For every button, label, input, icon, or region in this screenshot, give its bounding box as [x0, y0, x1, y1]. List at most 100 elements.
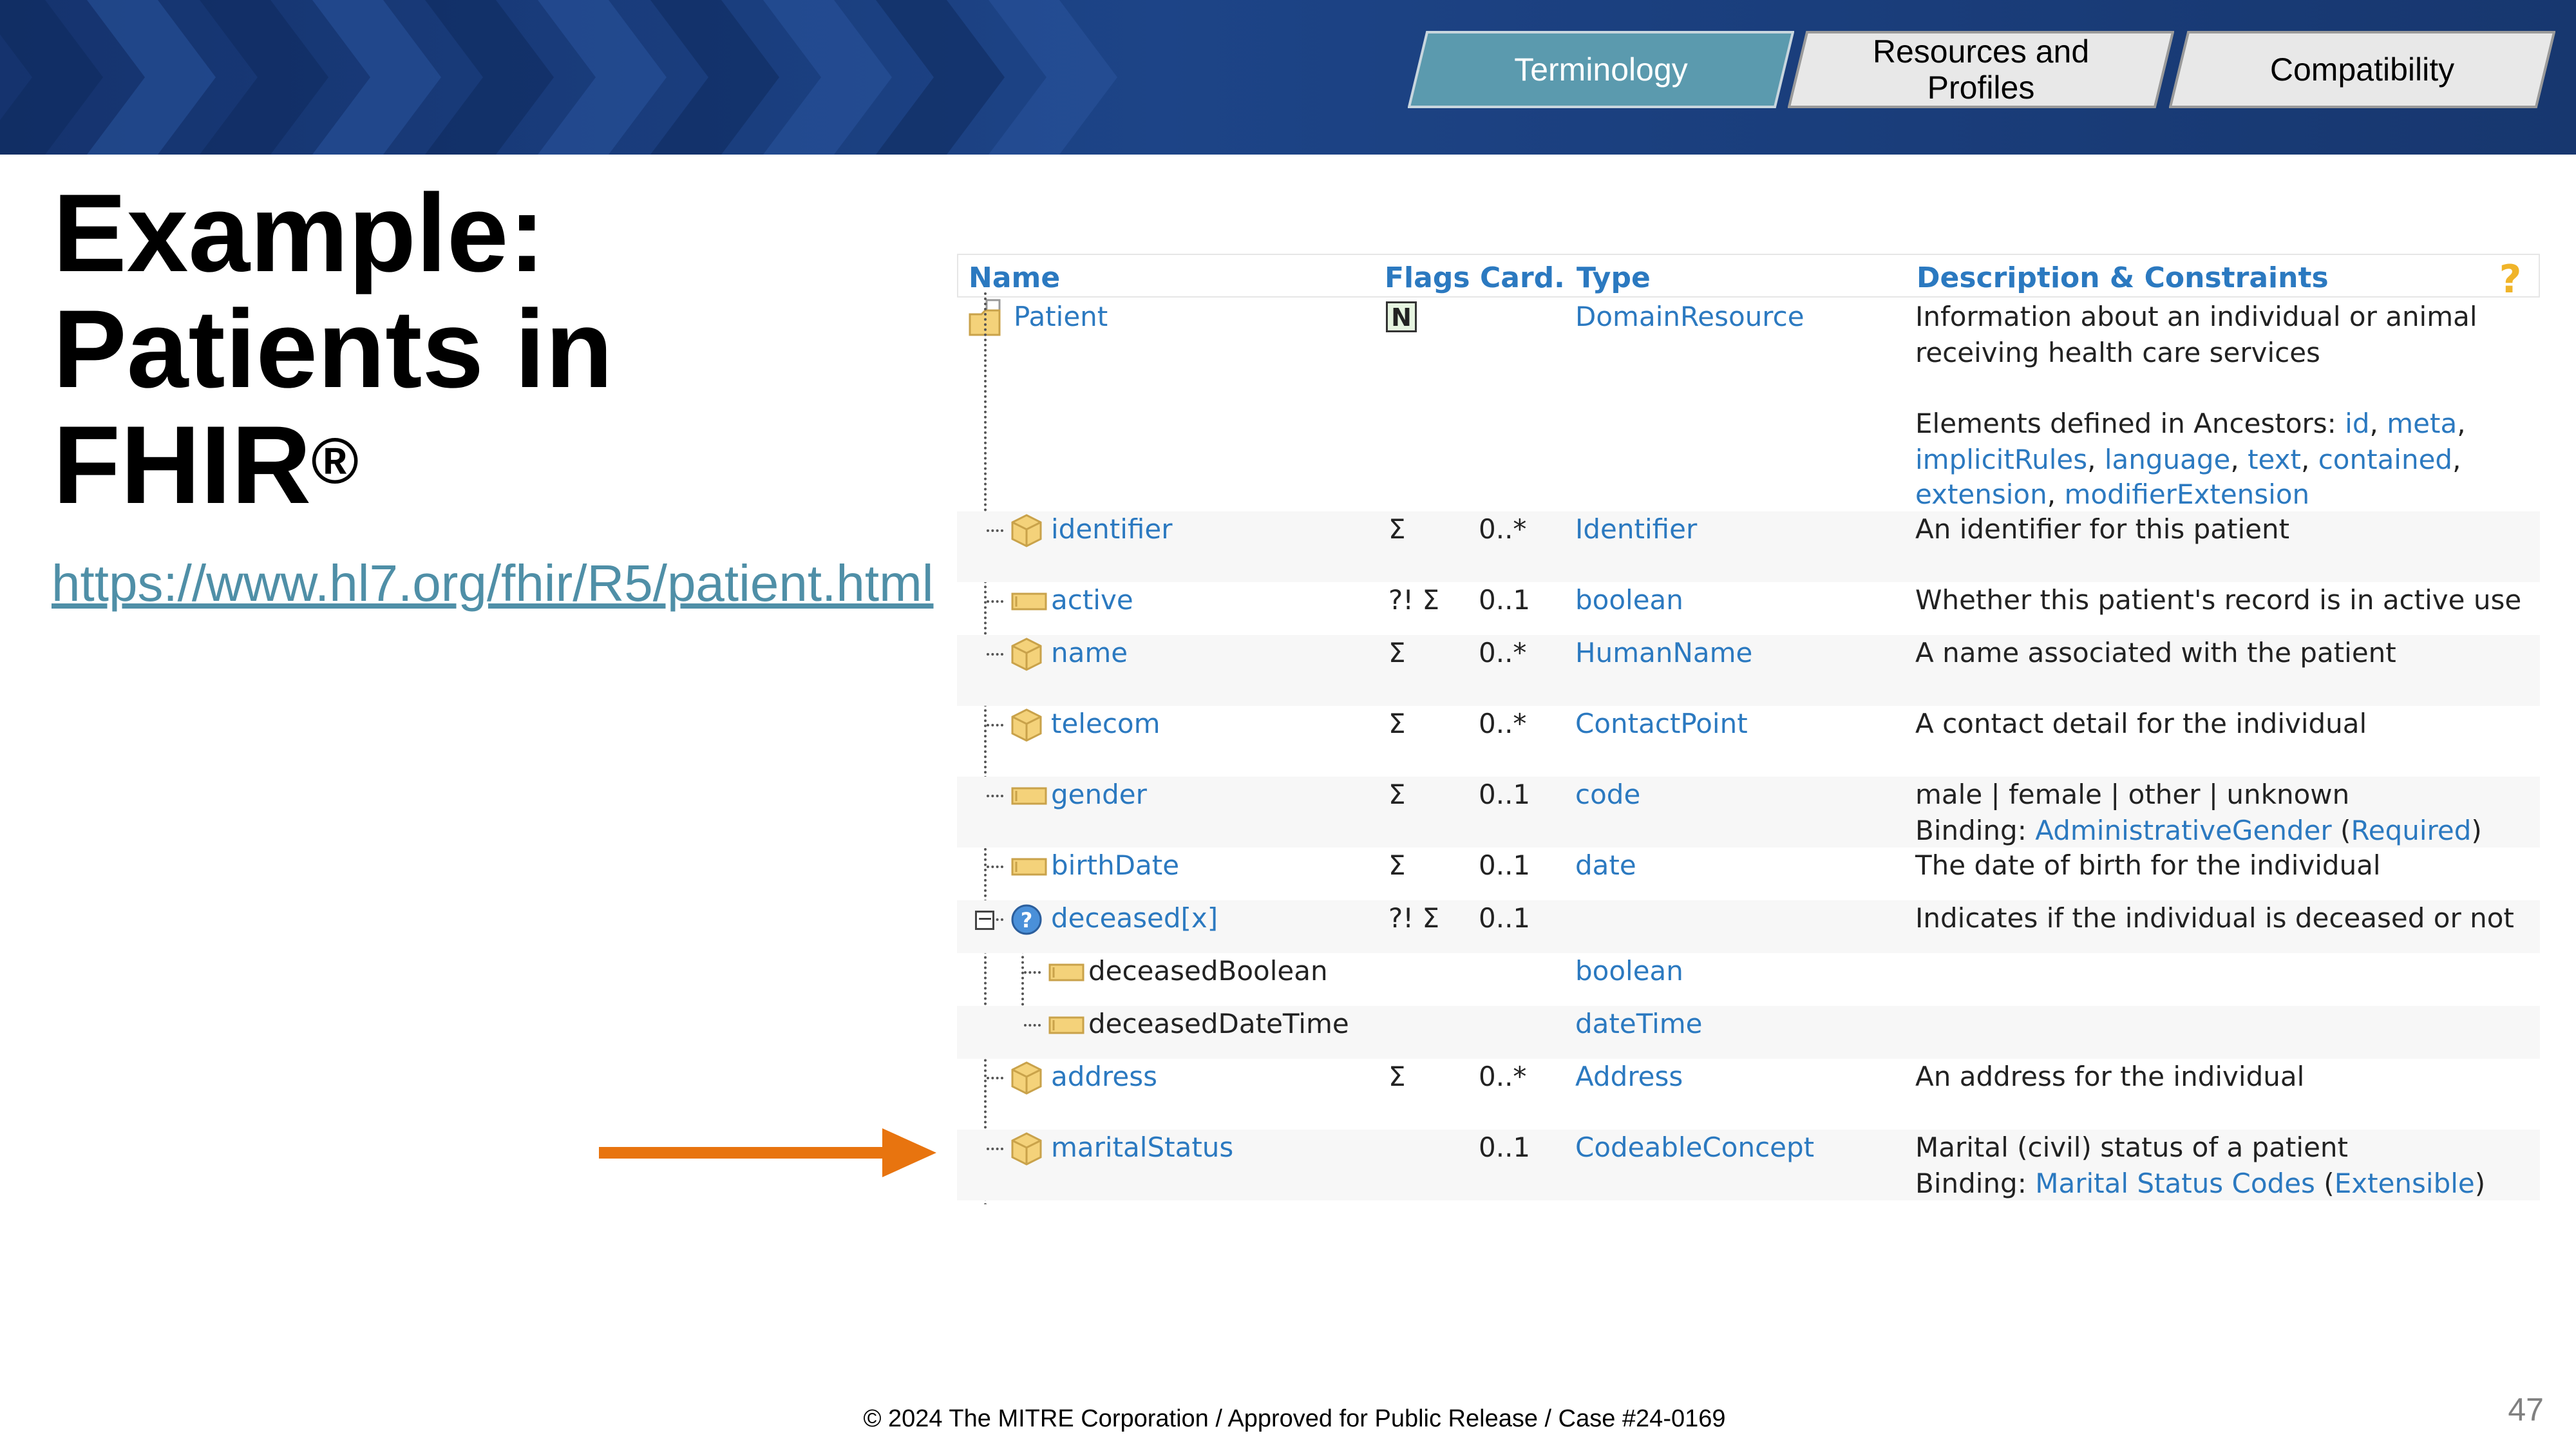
- element-cardinality: 0..1: [1479, 1132, 1531, 1163]
- element-flags: Σ: [1388, 637, 1406, 668]
- chevron-shape: [425, 0, 554, 155]
- element-name[interactable]: name: [1051, 635, 1128, 671]
- table-row-name: name Σ 0..* HumanName A name associated with…: [957, 635, 2540, 706]
- svg-text:?: ?: [2499, 259, 2522, 298]
- patient-type[interactable]: DomainResource: [1575, 299, 1804, 335]
- ancestor-link-modifierextension[interactable]: modifierExtension: [2064, 478, 2309, 510]
- ancestors-line-2: implicitRules, language, text, contained…: [1915, 444, 2461, 475]
- element-description: A contact detail for the individual: [1915, 708, 2367, 739]
- element-binding: Binding: Marital Status Codes (Extensibl…: [1915, 1168, 2486, 1199]
- binding-strength-link[interactable]: Extensible: [2334, 1168, 2475, 1199]
- ancestors-line-1: Elements defined in Ancestors: id, meta,: [1915, 408, 2466, 439]
- ancestor-link-implicitrules[interactable]: implicitRules: [1915, 444, 2087, 475]
- ancestor-link-meta[interactable]: meta: [2387, 408, 2457, 439]
- element-type[interactable]: dateTime: [1575, 1006, 1703, 1042]
- chevron-shape: [200, 0, 328, 155]
- element-cardinality: 0..*: [1479, 708, 1527, 739]
- element-name[interactable]: maritalStatus: [1051, 1130, 1233, 1166]
- table-row-identifier: identifier Σ 0..* Identifier An identifier f…: [957, 511, 2540, 582]
- element-description: An address for the individual: [1915, 1061, 2305, 1092]
- element-type[interactable]: CodeableConcept: [1575, 1130, 1814, 1166]
- tab-compatibility[interactable]: Compatibility: [2169, 31, 2555, 108]
- column-header-type: Type: [1577, 261, 1651, 294]
- element-flags: ?! Σ: [1388, 584, 1440, 616]
- element-name[interactable]: deceased[x]: [1051, 900, 1218, 936]
- primitive-type-icon: [1047, 956, 1086, 996]
- ancestor-link-contained[interactable]: contained: [2318, 444, 2452, 475]
- element-description: Indicates if the individual is deceased …: [1915, 902, 2514, 934]
- element-name[interactable]: birthDate: [1051, 848, 1179, 884]
- element-type[interactable]: HumanName: [1575, 635, 1752, 671]
- element-name[interactable]: gender: [1051, 777, 1147, 813]
- element-description: A name associated with the patient: [1915, 637, 2396, 668]
- element-type[interactable]: boolean: [1575, 582, 1683, 618]
- ancestor-link-id[interactable]: id: [2345, 408, 2369, 439]
- binding-valueset-link[interactable]: Marital Status Codes: [2035, 1168, 2315, 1199]
- tab-terminology[interactable]: Terminology: [1408, 31, 1794, 108]
- tree-connector: [987, 600, 1003, 603]
- element-type[interactable]: date: [1575, 848, 1636, 884]
- element-name[interactable]: active: [1051, 582, 1133, 618]
- table-row-active: active ?! Σ 0..1 boolean Whether this patien…: [957, 582, 2540, 635]
- element-name[interactable]: identifier: [1051, 511, 1173, 547]
- orange-arrow-icon: [599, 1128, 936, 1177]
- chevron-shape: [538, 0, 667, 155]
- tree-connector: [1024, 971, 1041, 974]
- element-cardinality: 0..1: [1479, 902, 1531, 934]
- ancestor-link-text[interactable]: text: [2248, 444, 2301, 475]
- element-flags: Σ: [1388, 708, 1406, 739]
- normative-flag-badge: N: [1386, 301, 1417, 332]
- primitive-type-icon: [1010, 779, 1048, 819]
- chevron-shape: [0, 0, 103, 155]
- element-name: deceasedBoolean: [1088, 955, 1328, 987]
- tab-resources-and-profiles[interactable]: Resources and Profiles: [1788, 31, 2174, 108]
- slide-title: Example: Patients in FHIR®: [53, 175, 890, 523]
- fhir-structure-table: Name Flags Card. Type Description & Cons…: [957, 254, 2540, 1204]
- patient-desc-line-1: Information about an individual or anima…: [1915, 301, 2477, 332]
- tree-connector: [987, 1148, 1003, 1150]
- ancestors-line-3: extension, modifierExtension: [1915, 478, 2310, 510]
- element-type[interactable]: code: [1575, 777, 1640, 813]
- element-flags: Σ: [1388, 779, 1406, 810]
- tree-connector: [987, 653, 1003, 656]
- patient-name[interactable]: Patient: [1014, 299, 1108, 335]
- help-icon[interactable]: ?: [2491, 259, 2530, 298]
- binding-valueset-link[interactable]: AdministrativeGender: [2035, 815, 2331, 846]
- element-description: The date of birth for the individual: [1915, 849, 2381, 881]
- element-name[interactable]: address: [1051, 1059, 1157, 1095]
- element-type[interactable]: boolean: [1575, 953, 1683, 989]
- primitive-type-icon: [1047, 1009, 1086, 1048]
- header-banner: Terminology Resources and Profiles Compa…: [0, 0, 2576, 155]
- table-row-maritalstatus: maritalStatus 0..1 CodeableConcept Marital …: [957, 1130, 2540, 1200]
- primitive-type-icon: [1010, 850, 1048, 890]
- element-flags: Σ: [1388, 1061, 1406, 1092]
- chevron-shape: [312, 0, 441, 155]
- tree-connector: [987, 529, 1003, 532]
- ancestors-prefix: Elements defined in Ancestors:: [1915, 408, 2336, 439]
- ancestor-link-extension[interactable]: extension: [1915, 478, 2047, 510]
- tab-resources-label: Resources and Profiles: [1872, 33, 2090, 106]
- patient-desc-line-2: receiving health care services: [1915, 337, 2320, 368]
- collapse-toggle-icon[interactable]: −: [975, 909, 994, 930]
- binding-strength-link[interactable]: Required: [2351, 815, 2471, 846]
- element-name[interactable]: telecom: [1051, 706, 1160, 742]
- registered-mark: ®: [311, 425, 359, 497]
- table-row-birthdate: birthDate Σ 0..1 date The date of birth for …: [957, 848, 2540, 900]
- element-flags: Σ: [1388, 513, 1406, 545]
- element-flags: Σ: [1388, 849, 1406, 881]
- element-type[interactable]: Address: [1575, 1059, 1683, 1095]
- element-flags: ?! Σ: [1388, 902, 1440, 934]
- tab-terminology-label: Terminology: [1514, 52, 1688, 88]
- column-header-card: Card.: [1480, 261, 1565, 294]
- element-type[interactable]: Identifier: [1575, 511, 1697, 547]
- chevron-shape: [989, 0, 1117, 155]
- title-line-2: Patients in: [53, 287, 613, 411]
- tree-connector: [1024, 1024, 1041, 1027]
- element-type[interactable]: ContactPoint: [1575, 706, 1748, 742]
- chevron-shape: [876, 0, 1005, 155]
- element-description: An identifier for this patient: [1915, 513, 2290, 545]
- element-description: Whether this patient's record is in acti…: [1915, 584, 2522, 616]
- fhir-patient-link[interactable]: https://www.hl7.org/fhir/R5/patient.html: [52, 554, 934, 613]
- complex-type-icon: [1010, 1061, 1043, 1101]
- ancestor-link-language[interactable]: language: [2105, 444, 2231, 475]
